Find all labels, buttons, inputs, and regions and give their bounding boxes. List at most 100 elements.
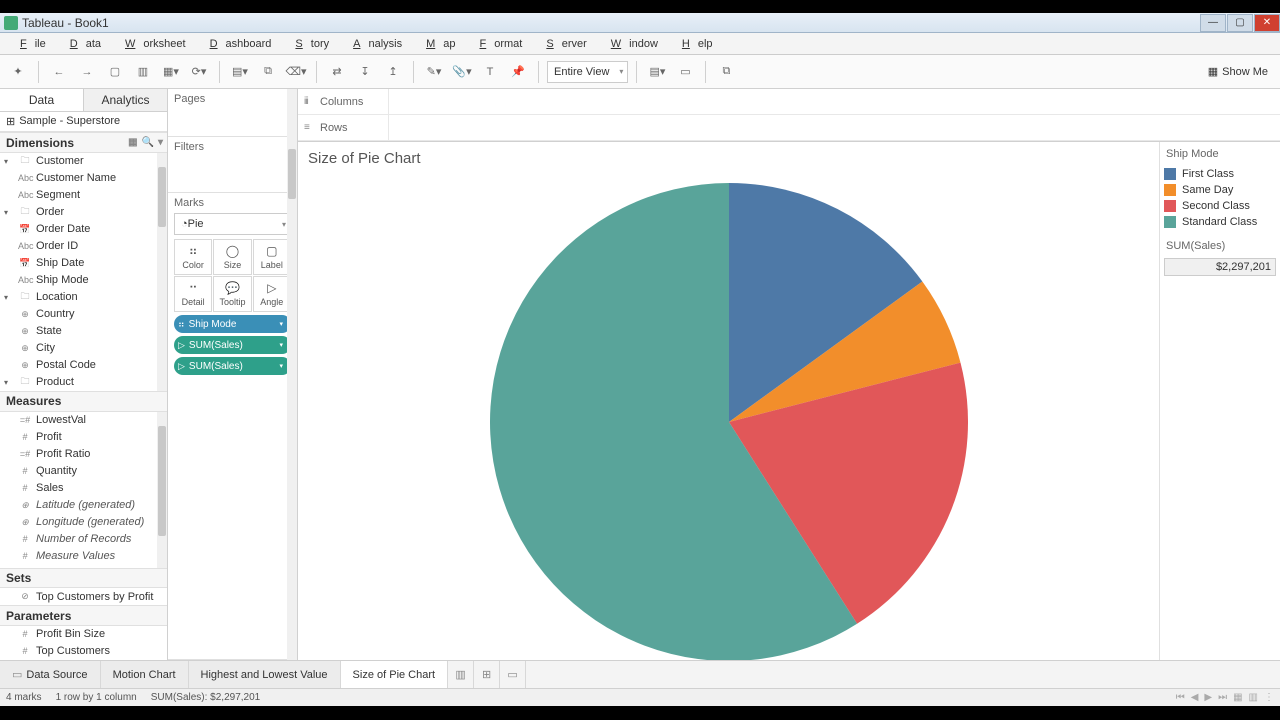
fit-select[interactable]: Entire View <box>547 61 628 83</box>
dim-field[interactable]: ⊕State <box>0 323 167 340</box>
menu-server[interactable]: Server <box>530 38 594 50</box>
menu-analysis[interactable]: Analysis <box>337 38 410 50</box>
menu-dashboard[interactable]: Dashboard <box>194 38 280 50</box>
duplicate-button[interactable]: ⧉ <box>256 60 280 84</box>
measure-field[interactable]: #Number of Records <box>0 531 167 548</box>
menu-help[interactable]: Help <box>666 38 721 50</box>
presentation-button[interactable]: ▭ <box>673 60 697 84</box>
menu-data[interactable]: Data <box>54 38 109 50</box>
nav-next-icon[interactable]: ▶ <box>1204 692 1212 703</box>
new-dashboard-button[interactable]: ⊞ <box>474 661 500 688</box>
dim-group-customer[interactable]: ▾🗀Customer <box>0 153 167 170</box>
group-button[interactable]: 📎▾ <box>450 60 474 84</box>
share-button[interactable]: ⧉ <box>714 60 738 84</box>
scrollbar[interactable] <box>157 153 167 391</box>
legend-item[interactable]: Same Day <box>1164 182 1276 198</box>
new-worksheet-button[interactable]: ▥ <box>448 661 474 688</box>
menu-worksheet[interactable]: Worksheet <box>109 38 194 50</box>
pages-shelf[interactable]: Pages <box>174 93 291 105</box>
legend-item[interactable]: Standard Class <box>1164 214 1276 230</box>
measure-field[interactable]: #Measure Values <box>0 548 167 565</box>
dim-field[interactable]: ⊕Country <box>0 306 167 323</box>
scrollbar[interactable] <box>287 89 297 660</box>
refresh-button[interactable]: ⟳▾ <box>187 60 211 84</box>
dim-field[interactable]: AbcSegment <box>0 187 167 204</box>
mark-color[interactable]: ⠶Color <box>174 239 212 275</box>
tableau-icon[interactable]: ✦ <box>6 60 30 84</box>
param-field[interactable]: #Top Customers <box>0 643 167 660</box>
measure-field[interactable]: =#LowestVal <box>0 412 167 429</box>
labels-button[interactable]: T <box>478 60 502 84</box>
forward-button[interactable]: → <box>75 60 99 84</box>
dim-field[interactable]: AbcOrder ID <box>0 238 167 255</box>
nav-last-icon[interactable]: ⏭ <box>1218 692 1227 703</box>
new-datasource-button[interactable]: ▥ <box>131 60 155 84</box>
dim-field[interactable]: 📅Ship Date <box>0 255 167 272</box>
pill-sum-sales-[interactable]: ▷SUM(Sales)▾ <box>174 336 291 354</box>
close-button[interactable]: ✕ <box>1254 14 1280 32</box>
param-field[interactable]: #Profit Bin Size <box>0 626 167 643</box>
save-button[interactable]: ▢ <box>103 60 127 84</box>
mark-detail[interactable]: ⠒Detail <box>174 276 212 312</box>
filmstrip-icon[interactable]: ▦ <box>1233 692 1242 703</box>
menu-story[interactable]: Story <box>279 38 337 50</box>
measure-field[interactable]: ⊕Latitude (generated) <box>0 497 167 514</box>
maximize-button[interactable]: ▢ <box>1227 14 1253 32</box>
legend-item[interactable]: First Class <box>1164 166 1276 182</box>
sheet-tab[interactable]: Motion Chart <box>101 661 189 688</box>
autosave-button[interactable]: ▦▾ <box>159 60 183 84</box>
nav-first-icon[interactable]: ⏮ <box>1176 692 1185 703</box>
sort-asc-button[interactable]: ↧ <box>353 60 377 84</box>
datasource-row[interactable]: ⊞ Sample - Superstore <box>0 112 167 133</box>
measure-field[interactable]: ⊕Longitude (generated) <box>0 514 167 531</box>
mark-angle[interactable]: ▷Angle <box>253 276 291 312</box>
mark-size[interactable]: ◯Size <box>213 239 251 275</box>
minimize-button[interactable]: — <box>1200 14 1226 32</box>
menu-icon[interactable]: ▾ <box>158 137 163 148</box>
sheet-tab[interactable]: Size of Pie Chart <box>341 661 449 688</box>
new-worksheet-button[interactable]: ▤▾ <box>228 60 252 84</box>
sort-view-icon[interactable]: ⋮ <box>1264 692 1274 703</box>
dim-field[interactable]: ⊕City <box>0 340 167 357</box>
scrollbar[interactable] <box>157 412 167 568</box>
back-button[interactable]: ← <box>47 60 71 84</box>
tab-data[interactable]: Data <box>0 89 83 111</box>
dim-field[interactable]: AbcShip Mode <box>0 272 167 289</box>
menu-map[interactable]: Map <box>410 38 463 50</box>
dim-group-order[interactable]: ▾🗀Order <box>0 204 167 221</box>
sort-desc-button[interactable]: ↥ <box>381 60 405 84</box>
tab-analytics[interactable]: Analytics <box>83 89 167 111</box>
mark-tooltip[interactable]: 💬Tooltip <box>213 276 251 312</box>
dim-field[interactable]: ⊕Postal Code <box>0 357 167 374</box>
chart-title[interactable]: Size of Pie Chart <box>308 150 1149 167</box>
dim-group-location[interactable]: ▾🗀Location <box>0 289 167 306</box>
measure-field[interactable]: #Sales <box>0 480 167 497</box>
pie-chart[interactable] <box>490 183 968 660</box>
clear-button[interactable]: ⌫▾ <box>284 60 308 84</box>
tab-datasource[interactable]: ▭ Data Source <box>0 661 101 688</box>
chart-area[interactable]: Size of Pie Chart <box>298 142 1160 660</box>
set-field[interactable]: ⊘Top Customers by Profit <box>0 588 167 605</box>
swap-button[interactable]: ⇄ <box>325 60 349 84</box>
cards-button[interactable]: ▤▾ <box>645 60 669 84</box>
measure-field[interactable]: #Quantity <box>0 463 167 480</box>
dim-field[interactable]: 📅Order Date <box>0 221 167 238</box>
rows-shelf[interactable]: Rows <box>298 115 1280 141</box>
nav-prev-icon[interactable]: ◀ <box>1191 692 1199 703</box>
measure-field[interactable]: #Profit <box>0 429 167 446</box>
legend-item[interactable]: Second Class <box>1164 198 1276 214</box>
dim-group-product[interactable]: ▾🗀Product <box>0 374 167 391</box>
new-story-button[interactable]: ▭ <box>500 661 526 688</box>
pin-button[interactable]: 📌 <box>506 60 530 84</box>
view-icon[interactable]: ▦ <box>128 137 137 148</box>
sheet-tab[interactable]: Highest and Lowest Value <box>189 661 341 688</box>
mark-type-select[interactable]: ◔ Pie <box>174 213 291 235</box>
search-icon[interactable]: 🔍 <box>142 137 154 148</box>
showme-button[interactable]: ▦ Show Me <box>1202 65 1274 78</box>
filters-shelf[interactable]: Filters <box>174 141 291 153</box>
tabs-icon[interactable]: ▥ <box>1249 692 1258 703</box>
menu-format[interactable]: Format <box>464 38 531 50</box>
pill-ship-mode[interactable]: ⠶Ship Mode▾ <box>174 315 291 333</box>
columns-shelf[interactable]: Columns <box>298 89 1280 115</box>
highlight-button[interactable]: ✎▾ <box>422 60 446 84</box>
